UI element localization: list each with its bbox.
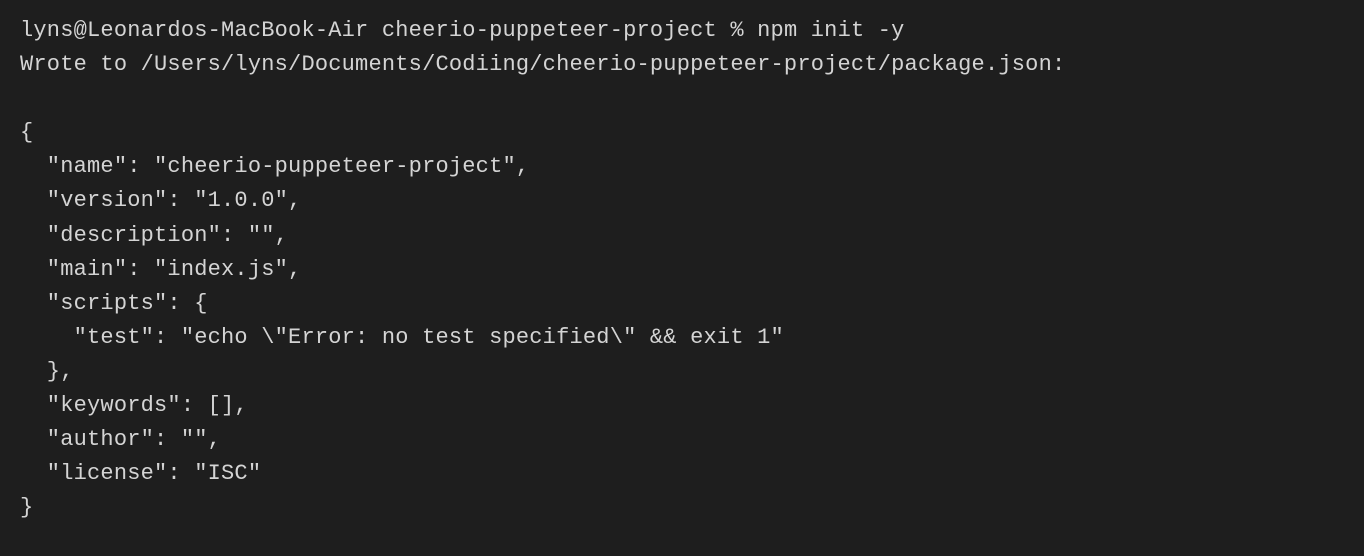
json-field-name: "name": "cheerio-puppeteer-project", — [20, 154, 529, 179]
json-field-version: "version": "1.0.0", — [20, 188, 301, 213]
json-field-author: "author": "", — [20, 427, 221, 452]
prompt-user-host: lyns@Leonardos-MacBook-Air — [20, 18, 368, 43]
json-field-keywords: "keywords": [], — [20, 393, 248, 418]
json-open-brace: { — [20, 120, 33, 145]
output-wrote-to: Wrote to /Users/lyns/Documents/Codiing/c… — [20, 52, 1065, 77]
prompt-directory: cheerio-puppeteer-project — [382, 18, 717, 43]
command-text: npm init -y — [757, 18, 904, 43]
terminal-output[interactable]: lyns@Leonardos-MacBook-Air cheerio-puppe… — [20, 14, 1344, 525]
json-scripts-test: "test": "echo \"Error: no test specified… — [20, 325, 784, 350]
json-scripts-open: "scripts": { — [20, 291, 208, 316]
prompt-symbol: % — [730, 18, 743, 43]
json-close-brace: } — [20, 495, 33, 520]
json-field-description: "description": "", — [20, 223, 288, 248]
json-field-license: "license": "ISC" — [20, 461, 261, 486]
prompt-line: lyns@Leonardos-MacBook-Air cheerio-puppe… — [20, 18, 905, 43]
json-scripts-close: }, — [20, 359, 74, 384]
json-field-main: "main": "index.js", — [20, 257, 301, 282]
